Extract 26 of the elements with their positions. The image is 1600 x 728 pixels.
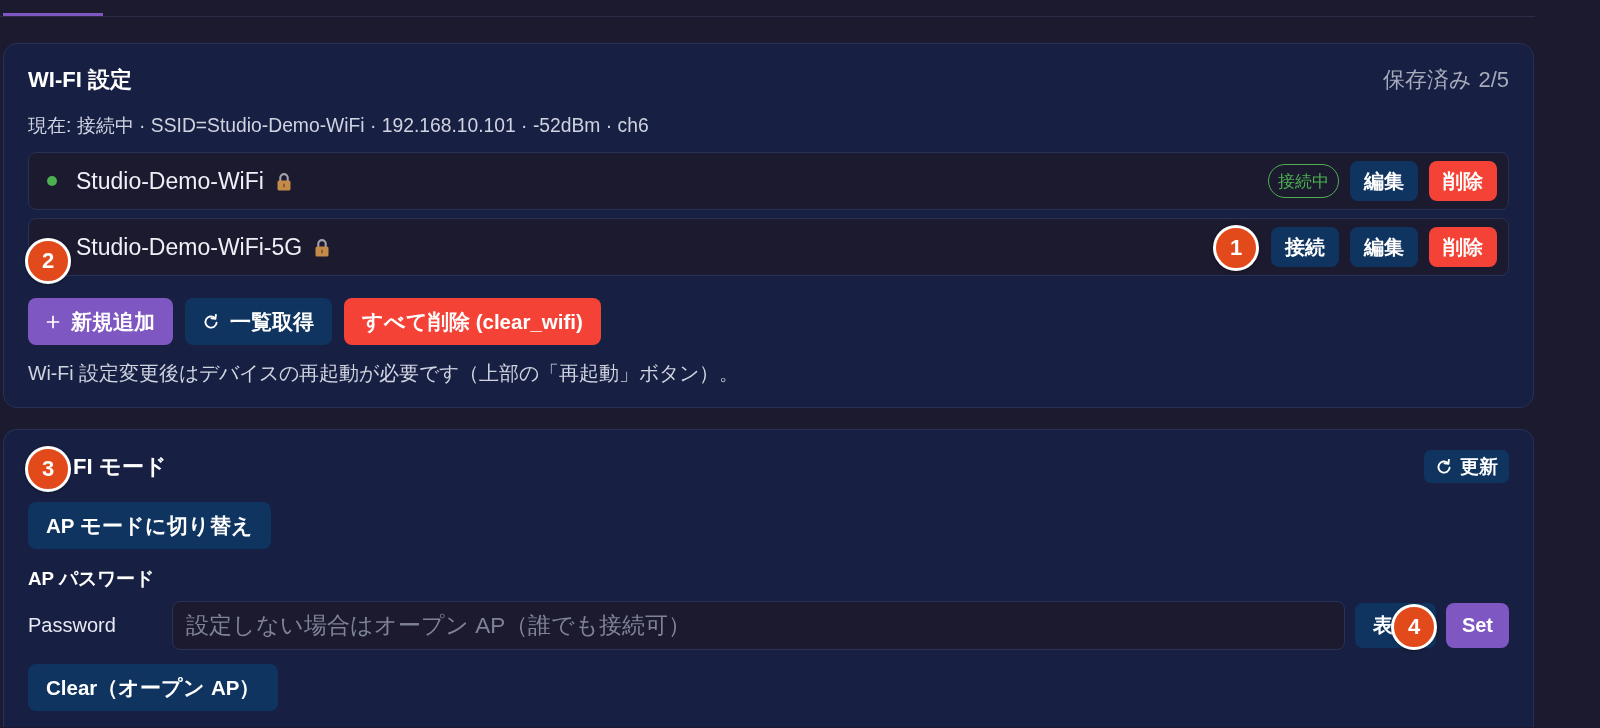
ap-mode-button[interactable]: AP モードに切り替え — [28, 502, 271, 549]
card-title: WI-FI 設定 — [28, 66, 132, 94]
connected-dot-icon — [47, 176, 57, 186]
network-name: Studio-Demo-WiFi — [76, 167, 264, 195]
refresh-icon — [203, 313, 219, 330]
connect-button[interactable]: 接続 — [1271, 227, 1339, 267]
password-field[interactable]: 設定しない場合はオープン AP（誰でも接続可） — [172, 601, 1345, 650]
delete-button[interactable]: 削除 — [1429, 227, 1497, 267]
edit-button[interactable]: 編集 — [1350, 227, 1418, 267]
clear-button[interactable]: Clear（オープン AP） — [28, 664, 279, 711]
refresh-icon — [1436, 458, 1452, 475]
card-title: FI モード — [73, 452, 167, 481]
saved-count: 保存済み 2/5 — [1383, 66, 1509, 94]
add-network-button[interactable]: 新規追加 — [28, 298, 173, 345]
edit-button[interactable]: 編集 — [1350, 161, 1418, 201]
fetch-list-button[interactable]: 一覧取得 — [185, 298, 332, 345]
plus-icon — [46, 314, 60, 329]
field-label: Password — [28, 614, 117, 637]
network-name: Studio-Demo-WiFi-5G — [76, 233, 303, 261]
delete-button[interactable]: 削除 — [1429, 161, 1497, 201]
section-label: AP パスワード — [28, 569, 155, 589]
connection-status: 現在: 接続中 · SSID=Studio-Demo-WiFi · 192.168.10.101 · -52dBm · ch6 — [28, 114, 650, 138]
refresh-button[interactable]: 更新 — [1424, 450, 1509, 483]
set-button[interactable]: Set — [1445, 603, 1509, 648]
hint-text: Wi-Fi 設定変更後はデバイスの再起動が必要です（上部の「再起動」ボタン）。 — [28, 361, 741, 385]
delete-all-button[interactable]: すべて削除 (clear_wifi) — [344, 298, 601, 345]
